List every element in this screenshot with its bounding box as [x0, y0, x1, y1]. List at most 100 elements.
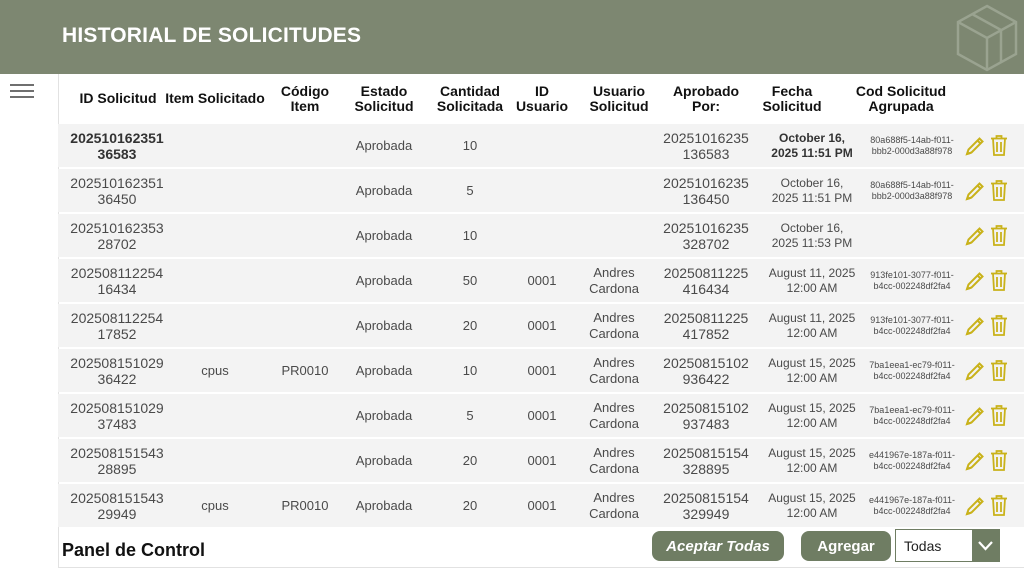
status-filter-dropdown[interactable]: Todas — [895, 529, 1000, 562]
status-filter-value: Todas — [904, 538, 942, 554]
cell-estado-solicitud: Aprobada — [355, 182, 413, 198]
cell-usuario-solicitud: Andres Cardona — [589, 399, 639, 431]
table-header: ID Solicitud Item Solicitado Código Item … — [58, 74, 1024, 122]
column-header-usuario-solicitud[interactable]: Usuario Solicitud — [572, 84, 666, 114]
edit-pencil-icon[interactable] — [964, 450, 986, 472]
cell-item-solicitado — [166, 124, 264, 167]
cell-estado-solicitud: Aprobada — [355, 497, 413, 513]
edit-pencil-icon[interactable] — [964, 315, 986, 337]
cell-cantidad-solicitada: 5 — [466, 182, 474, 198]
add-button[interactable]: Agregar — [801, 531, 891, 561]
column-header-cantidad-solicitada[interactable]: Cantidad Solicitada — [428, 84, 512, 114]
edit-pencil-icon[interactable] — [964, 135, 986, 157]
cell-fecha-solicitud: October 16, 2025 11:51 PM — [771, 175, 853, 205]
cell-aprobado-por: 20250815154 328895 — [663, 444, 749, 477]
trash-icon[interactable] — [990, 449, 1008, 471]
trash-icon[interactable] — [990, 224, 1008, 246]
cell-id-usuario: 0001 — [527, 362, 557, 378]
cell-estado-solicitud: Aprobada — [355, 137, 413, 153]
app-header: HISTORIAL DE SOLICITUDES — [0, 0, 1024, 74]
trash-icon[interactable] — [990, 269, 1008, 291]
column-header-item-solicitado[interactable]: Item Solicitado — [162, 91, 268, 106]
cell-codigo-item — [270, 439, 340, 482]
cell-codigo-item: PR0010 — [281, 362, 329, 378]
table-row[interactable]: 202508151029 36422 cpus PR0010 Aprobada 10 000… — [58, 349, 1024, 392]
cell-item-solicitado — [166, 394, 264, 437]
cell-item-solicitado — [166, 304, 264, 347]
column-header-id-usuario[interactable]: ID Usuario — [512, 84, 572, 114]
trash-icon[interactable] — [990, 134, 1008, 156]
cell-estado-solicitud: Aprobada — [355, 317, 413, 333]
edit-pencil-icon[interactable] — [964, 405, 986, 427]
trash-icon[interactable] — [990, 404, 1008, 426]
edit-pencil-icon[interactable] — [964, 270, 986, 292]
hamburger-menu-icon[interactable] — [10, 84, 34, 98]
cell-codigo-item — [270, 259, 340, 302]
cell-item-solicitado: cpus — [201, 362, 229, 378]
column-header-fecha-solicitud[interactable]: Fecha Solicitud — [758, 84, 826, 114]
cell-cod-solicitud-agrupada: e441967e-187a-f011- b4cc-002248df2fa4 — [869, 494, 955, 516]
cell-codigo-item — [270, 304, 340, 347]
cell-id-solicitud: 202508151029 37483 — [70, 399, 164, 432]
table-row[interactable]: 202508151543 29949 cpus PR0010 Aprobada 20 000… — [58, 484, 1024, 527]
edit-pencil-icon[interactable] — [964, 360, 986, 382]
edit-pencil-icon[interactable] — [964, 495, 986, 517]
cell-estado-solicitud: Aprobada — [355, 272, 413, 288]
cell-codigo-item — [270, 214, 340, 257]
cell-estado-solicitud: Aprobada — [355, 227, 413, 243]
cell-aprobado-por: 20250815154 329949 — [663, 489, 749, 522]
cell-id-solicitud: 202510162351 36583 — [70, 129, 164, 162]
cell-item-solicitado — [166, 439, 264, 482]
table-row[interactable]: 202508112254 16434 Aprobada 50 0001 Andres Car… — [58, 259, 1024, 302]
cell-fecha-solicitud: August 15, 2025 12:00 AM — [768, 445, 856, 475]
cell-id-solicitud: 202508151029 36422 — [70, 354, 164, 387]
cell-cod-solicitud-agrupada: 80a688f5-14ab-f011- bbb2-000d3a88f978 — [870, 134, 954, 156]
column-header-estado-solicitud[interactable]: Estado Solicitud — [340, 84, 428, 114]
cell-cantidad-solicitada: 10 — [462, 137, 478, 153]
cell-cod-solicitud-agrupada: 80a688f5-14ab-f011- bbb2-000d3a88f978 — [870, 179, 954, 201]
accept-all-button[interactable]: Aceptar Todas — [652, 531, 784, 561]
cell-usuario-solicitud: Andres Cardona — [589, 489, 639, 521]
cell-aprobado-por: 20250811225 417852 — [663, 309, 749, 342]
cell-id-solicitud: 202508112254 17852 — [70, 309, 164, 342]
column-header-aprobado-por[interactable]: Aprobado Por: — [656, 84, 756, 114]
cell-id-solicitud: 202510162351 36450 — [70, 174, 164, 207]
cell-usuario-solicitud: Andres Cardona — [589, 309, 639, 341]
chevron-down-icon[interactable] — [972, 530, 999, 561]
table-row[interactable]: 202510162353 28702 Aprobada 10 20251016235 32… — [58, 214, 1024, 257]
table-row[interactable]: 202508151029 37483 Aprobada 5 0001 Andres Card… — [58, 394, 1024, 437]
cell-item-solicitado: cpus — [201, 497, 229, 513]
cell-fecha-solicitud: August 11, 2025 12:00 AM — [768, 265, 856, 295]
cell-cod-solicitud-agrupada — [864, 214, 960, 257]
table-row[interactable]: 202510162351 36450 Aprobada 5 20251016235 136… — [58, 169, 1024, 212]
cell-id-usuario — [512, 169, 572, 212]
cell-fecha-solicitud: August 15, 2025 12:00 AM — [768, 355, 856, 385]
table-row[interactable]: 202510162351 36583 Aprobada 10 20251016235 13… — [58, 124, 1024, 167]
table-row[interactable]: 202508112254 17852 Aprobada 20 0001 Andres Car… — [58, 304, 1024, 347]
column-header-cod-solicitud-agrupada[interactable]: Cod Solicitud Agrupada — [848, 84, 954, 114]
cell-item-solicitado — [166, 169, 264, 212]
cell-item-solicitado — [166, 259, 264, 302]
cell-usuario-solicitud: Andres Cardona — [589, 354, 639, 386]
cell-cod-solicitud-agrupada: 913fe101-3077-f011- b4cc-002248df2fa4 — [870, 314, 954, 336]
column-header-id-solicitud[interactable]: ID Solicitud — [66, 91, 170, 106]
edit-pencil-icon[interactable] — [964, 225, 986, 247]
cell-fecha-solicitud: August 15, 2025 12:00 AM — [768, 400, 856, 430]
cell-aprobado-por: 20251016235 328702 — [663, 219, 749, 252]
cell-fecha-solicitud: August 11, 2025 12:00 AM — [768, 310, 856, 340]
cell-fecha-solicitud: August 15, 2025 12:00 AM — [768, 490, 856, 520]
trash-icon[interactable] — [990, 494, 1008, 516]
cell-id-usuario — [512, 214, 572, 257]
trash-icon[interactable] — [990, 179, 1008, 201]
cell-cantidad-solicitada: 5 — [466, 407, 474, 423]
trash-icon[interactable] — [990, 359, 1008, 381]
cell-usuario-solicitud: Andres Cardona — [589, 444, 639, 476]
cell-cantidad-solicitada: 50 — [462, 272, 478, 288]
cell-aprobado-por: 20251016235 136450 — [663, 174, 749, 207]
table-row[interactable]: 202508151543 28895 Aprobada 20 0001 Andres Car… — [58, 439, 1024, 482]
cell-aprobado-por: 20250815102 937483 — [663, 399, 749, 432]
column-header-codigo-item[interactable]: Código Item — [270, 84, 340, 114]
cell-aprobado-por: 20250815102 936422 — [663, 354, 749, 387]
trash-icon[interactable] — [990, 314, 1008, 336]
edit-pencil-icon[interactable] — [964, 180, 986, 202]
